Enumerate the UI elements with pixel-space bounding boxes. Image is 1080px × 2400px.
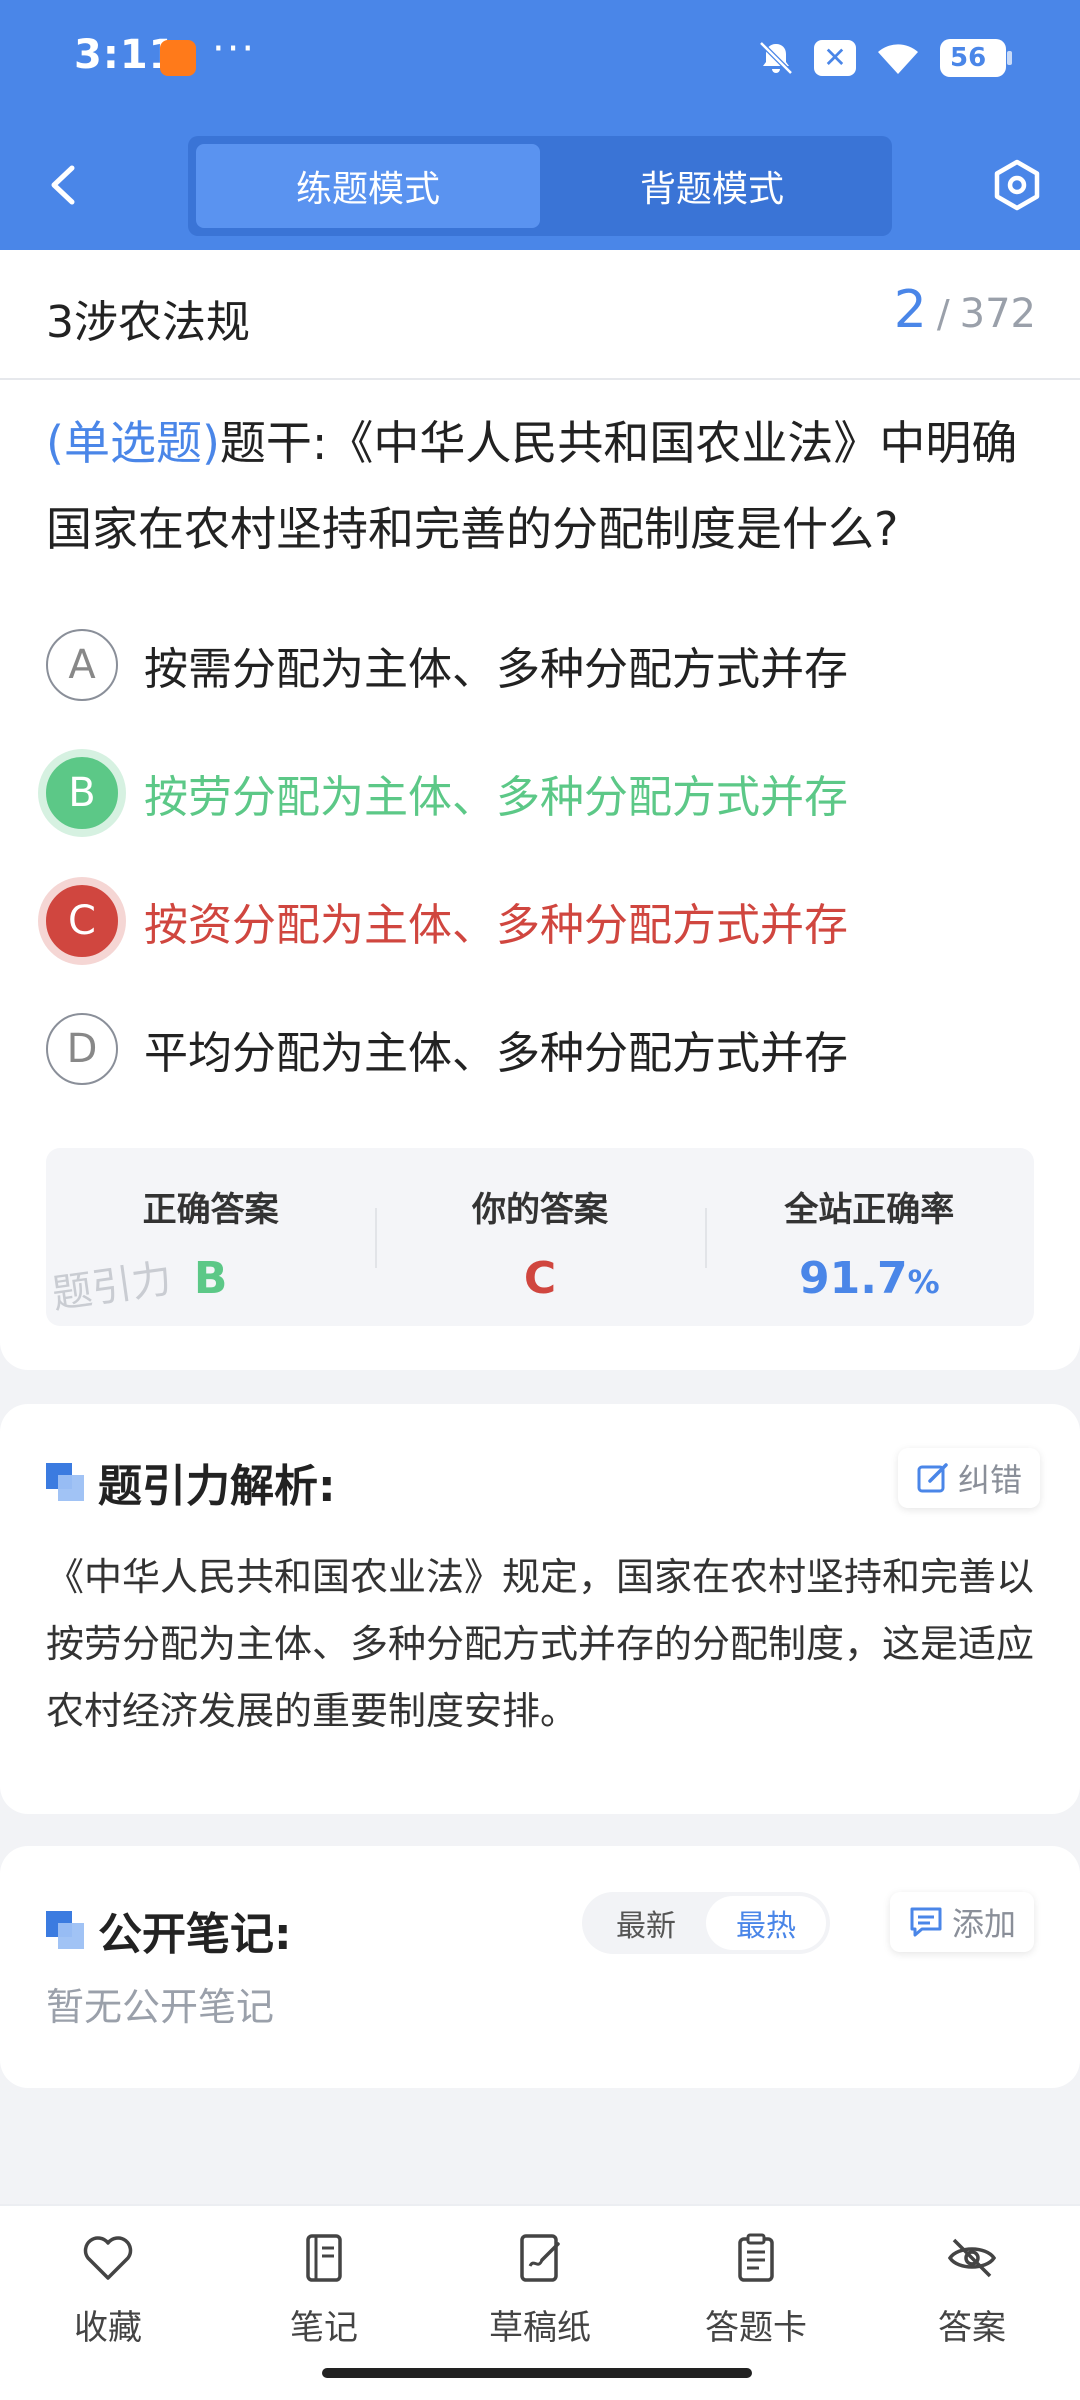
- option-text: 按需分配为主体、多种分配方式并存: [144, 644, 848, 695]
- option-text: 平均分配为主体、多种分配方式并存: [144, 1028, 848, 1079]
- report-error-button[interactable]: 纠错: [898, 1448, 1041, 1508]
- analysis-card: 题引力解析: 纠错 《中华人民共和国农业法》规定，国家在农村坚持和完善以按劳分配…: [0, 1404, 1080, 1814]
- analysis-text: 《中华人民共和国农业法》规定，国家在农村坚持和完善以按劳分配为主体、多种分配方式…: [46, 1555, 1035, 1733]
- option-text: 按资分配为主体、多种分配方式并存: [144, 900, 848, 951]
- current-question-number: 2: [893, 280, 927, 340]
- sort-latest[interactable]: 最新: [586, 1896, 706, 1950]
- close-badge-icon: ✕: [814, 40, 856, 76]
- accuracy-rate-value: 91.7%: [705, 1253, 1034, 1304]
- option-a[interactable]: A 按需分配为主体、多种分配方式并存: [46, 620, 1040, 710]
- add-note-label: 添加: [952, 1905, 1017, 1943]
- nav-answer[interactable]: 答案: [864, 2206, 1080, 2400]
- answer-summary: 正确答案 B 题引力 你的答案 C 全站正确率 91.7%: [46, 1148, 1034, 1326]
- battery-icon: 56: [940, 39, 1012, 77]
- squares-icon: [46, 1911, 84, 1949]
- question-stem: (单选题)题干:《中华人民共和国农业法》中明确国家在农村坚持和完善的分配制度是什…: [46, 400, 1040, 572]
- nav-label: 收藏: [74, 2308, 142, 2348]
- app-header: 3:11 ··· ✕ 56 练题模式 背题模式: [0, 0, 1080, 250]
- option-letter: D: [46, 1013, 118, 1085]
- status-bar: 3:11 ··· ✕ 56: [0, 0, 1080, 120]
- answer-sheet-icon: [738, 2233, 774, 2282]
- correct-answer-col: 正确答案 B 题引力: [46, 1148, 375, 1326]
- accuracy-rate-number: 91.7: [799, 1253, 908, 1304]
- section-header: 3涉农法规 2 / 372: [0, 250, 1080, 380]
- tab-practice-mode[interactable]: 练题模式: [196, 144, 540, 228]
- your-answer-value: C: [523, 1253, 557, 1304]
- squares-icon: [46, 1463, 84, 1501]
- public-notes-card: 公开笔记: 最新 最热 添加 暂无公开笔记: [0, 1846, 1080, 2088]
- analysis-title: 题引力解析:: [98, 1461, 336, 1512]
- progress-separator: /: [936, 292, 950, 336]
- report-error-label: 纠错: [958, 1461, 1023, 1499]
- option-d[interactable]: D 平均分配为主体、多种分配方式并存: [46, 1004, 1040, 1094]
- question-type: (单选题): [46, 416, 220, 470]
- hexagon-settings-icon[interactable]: [990, 158, 1044, 212]
- nav-label: 笔记: [290, 2308, 358, 2348]
- question-card: 3涉农法规 2 / 372 (单选题)题干:《中华人民共和国农业法》中明确国家在…: [0, 250, 1080, 1370]
- option-text: 按劳分配为主体、多种分配方式并存: [144, 772, 848, 823]
- heart-icon: [83, 2236, 133, 2280]
- option-b[interactable]: B 按劳分配为主体、多种分配方式并存: [46, 748, 1040, 838]
- no-notes-text: 暂无公开笔记: [46, 1985, 275, 2029]
- notes-heading: 公开笔记:: [46, 1898, 292, 1962]
- sort-hottest[interactable]: 最热: [706, 1896, 826, 1950]
- more-notifications-dots: ···: [212, 26, 257, 72]
- bell-off-icon: [759, 41, 793, 75]
- notes-sort-toggle: 最新 最热: [582, 1892, 830, 1954]
- edit-icon: [917, 1463, 948, 1493]
- your-answer-label: 你的答案: [471, 1190, 608, 1230]
- nav-label: 答题卡: [705, 2308, 807, 2348]
- question-progress[interactable]: 2 / 372: [894, 280, 1036, 340]
- accuracy-rate-label: 全站正确率: [784, 1190, 955, 1230]
- add-note-button[interactable]: 添加: [890, 1892, 1035, 1952]
- comment-icon: [910, 1907, 942, 1937]
- analysis-heading: 题引力解析:: [46, 1450, 336, 1514]
- notes-title: 公开笔记:: [98, 1909, 292, 1960]
- status-icons: ✕ 56: [756, 36, 1012, 80]
- option-letter: A: [46, 629, 118, 701]
- eye-off-icon: [947, 2238, 997, 2278]
- nav-label: 草稿纸: [489, 2308, 591, 2348]
- nav-favorite[interactable]: 收藏: [0, 2206, 216, 2400]
- tab-memorize-mode[interactable]: 背题模式: [540, 144, 884, 228]
- accuracy-rate-unit: %: [907, 1263, 940, 1301]
- back-chevron-left-icon[interactable]: [40, 160, 90, 210]
- draft-paper-icon: [520, 2234, 560, 2282]
- option-letter: C: [46, 885, 118, 957]
- option-letter: B: [46, 757, 118, 829]
- mode-switch: 练题模式 背题模式: [188, 136, 892, 236]
- option-c[interactable]: C 按资分配为主体、多种分配方式并存: [46, 876, 1040, 966]
- total-question-count: 372: [959, 291, 1036, 337]
- nav-label: 答案: [938, 2308, 1006, 2348]
- accuracy-rate-col: 全站正确率 91.7%: [704, 1148, 1034, 1326]
- notebook-icon: [306, 2234, 342, 2282]
- section-title: 3涉农法规: [46, 297, 250, 348]
- your-answer-col: 你的答案 C: [375, 1148, 704, 1326]
- orange-app-notification-icon: [160, 40, 196, 76]
- correct-answer-label: 正确答案: [142, 1190, 279, 1230]
- home-indicator[interactable]: [322, 2368, 752, 2378]
- wifi-icon: [878, 44, 918, 74]
